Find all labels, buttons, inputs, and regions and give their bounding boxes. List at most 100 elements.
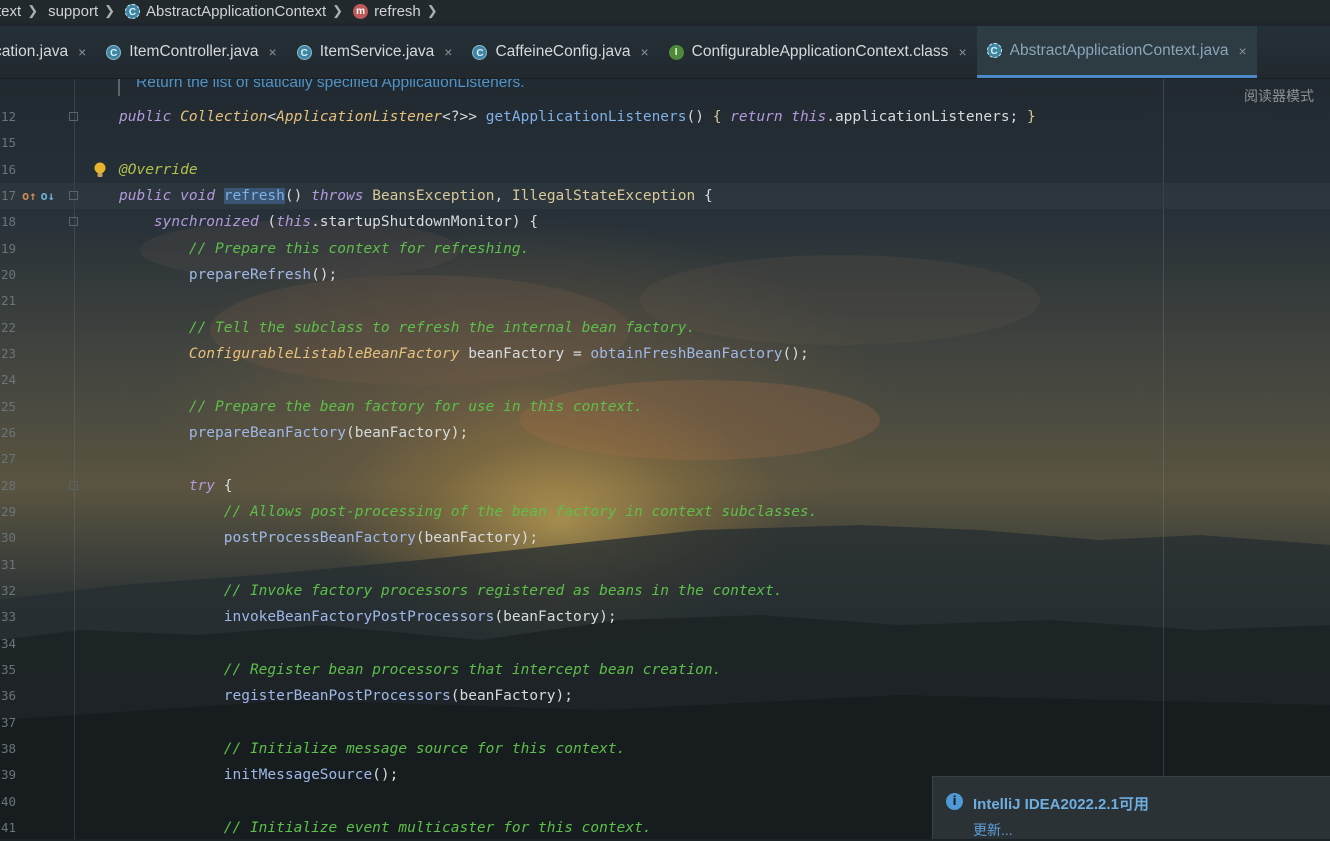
code-line[interactable]: 27 <box>0 446 1330 472</box>
code-line[interactable]: 20 prepareRefresh(); <box>0 262 1330 288</box>
fold-marker-icon[interactable] <box>69 480 78 490</box>
code-text: invokeBeanFactoryPostProcessors(beanFact… <box>223 609 617 626</box>
code-text: public Collection<ApplicationListener<?>… <box>119 109 1036 125</box>
update-link[interactable]: 更新... <box>973 820 1013 840</box>
line-number: 35 <box>0 661 16 677</box>
code-text: // Allows post-processing of the bean fa… <box>223 503 818 520</box>
close-icon[interactable]: × <box>78 44 86 60</box>
abstract-class-icon: C <box>986 43 1002 58</box>
overrides-method-icon[interactable]: o↑ <box>22 183 36 209</box>
line-number: 38 <box>0 740 16 756</box>
line-number: 17 <box>0 187 16 203</box>
code-text: // Register bean processors that interce… <box>223 661 722 678</box>
code-editor[interactable]: Return the list of statically specified … <box>0 72 1330 839</box>
code-line[interactable]: 33 invokeBeanFactoryPostProcessors(beanF… <box>0 604 1330 630</box>
code-text: ConfigurableListableBeanFactory beanFact… <box>188 345 809 362</box>
code-line[interactable]: 35 // Register bean processors that inte… <box>0 657 1330 683</box>
class-icon: C <box>296 44 312 60</box>
close-icon[interactable]: × <box>640 44 648 60</box>
code-line[interactable]: 32 // Invoke factory processors register… <box>0 578 1330 604</box>
fold-marker-icon[interactable] <box>69 190 78 200</box>
code-line[interactable]: 23 ConfigurableListableBeanFactory beanF… <box>0 341 1330 367</box>
line-number: 22 <box>0 319 16 335</box>
code-line[interactable]: 26 prepareBeanFactory(beanFactory); <box>0 420 1330 446</box>
code-line[interactable]: 28 try { <box>0 473 1330 499</box>
tab-item-service[interactable]: C ItemService.java × <box>287 26 463 78</box>
tab-caffeine-config[interactable]: C CaffeineConfig.java × <box>462 26 658 78</box>
code-line[interactable]: 30 postProcessBeanFactory(beanFactory); <box>0 525 1330 551</box>
editor-tab-bar: cation.java × C ItemController.java × C … <box>0 26 1330 79</box>
tab-label: ItemController.java <box>129 43 259 60</box>
line-number: 37 <box>0 714 16 730</box>
class-icon: C <box>472 44 488 60</box>
code-line[interactable]: 38 // Initialize message source for this… <box>0 736 1330 762</box>
info-icon: i <box>946 793 963 810</box>
code-text: registerBeanPostProcessors(beanFactory); <box>223 688 573 705</box>
code-text: // Prepare the bean factory for use in t… <box>188 398 643 415</box>
code-text: initMessageSource(); <box>223 767 399 784</box>
lightbulb-icon[interactable] <box>94 162 106 178</box>
breadcrumb-item-support[interactable]: support ❯ <box>48 3 125 20</box>
code-line[interactable]: 25 // Prepare the bean factory for use i… <box>0 394 1330 420</box>
chevron-right-icon: ❯ <box>27 3 39 18</box>
close-icon[interactable]: × <box>1238 43 1246 59</box>
tab-label: ConfigurableApplicationContext.class <box>691 43 949 60</box>
line-number: 41 <box>0 819 16 835</box>
breadcrumb-label: AbstractApplicationContext <box>146 2 327 20</box>
line-number: 27 <box>0 451 16 467</box>
breadcrumb-item-class[interactable]: C AbstractApplicationContext ❯ <box>125 3 353 20</box>
code-line[interactable]: 18 synchronized (this.startupShutdownMon… <box>0 209 1330 235</box>
breadcrumb-item-method[interactable]: m refresh ❯ <box>353 3 448 20</box>
code-line[interactable]: 29 // Allows post-processing of the bean… <box>0 499 1330 525</box>
abstract-class-icon: C <box>125 3 141 19</box>
line-number: 12 <box>0 109 16 124</box>
fold-marker-icon[interactable] <box>69 217 78 227</box>
code-line[interactable]: 24 <box>0 367 1330 393</box>
code-line[interactable]: 16 @Override <box>0 157 1330 183</box>
breadcrumb-label: refresh <box>374 2 421 20</box>
code-line[interactable]: 12 public Collection<ApplicationListener<… <box>0 104 1330 130</box>
tab-label: cation.java <box>0 43 69 60</box>
tab-application-java[interactable]: cation.java × <box>0 26 96 78</box>
close-icon[interactable]: × <box>444 44 452 60</box>
code-text: try { <box>188 477 233 494</box>
line-number: 21 <box>0 293 16 309</box>
close-icon[interactable]: × <box>269 44 277 60</box>
code-text: // Initialize message source for this co… <box>223 740 626 757</box>
code-line[interactable]: 17 o↑ o↓ public void refresh() throws Beans… <box>0 183 1330 209</box>
reader-mode-button[interactable]: 阅读器模式 <box>1244 86 1314 106</box>
override-markers: o↑ o↓ <box>22 183 55 209</box>
line-number: 34 <box>0 635 16 651</box>
close-icon[interactable]: × <box>958 44 966 60</box>
overridden-by-icon[interactable]: o↓ <box>40 183 54 209</box>
chevron-right-icon: ❯ <box>104 3 116 18</box>
breadcrumb-label: text <box>0 2 22 20</box>
code-line[interactable]: 21 <box>0 288 1330 314</box>
breadcrumb: text ❯ support ❯ C AbstractApplicationCo… <box>0 0 1330 22</box>
code-text: // Tell the subclass to refresh the inte… <box>188 319 696 336</box>
code-line[interactable]: 22 // Tell the subclass to refresh the i… <box>0 315 1330 341</box>
line-number: 18 <box>0 214 16 230</box>
code-line[interactable]: 19 // Prepare this context for refreshin… <box>0 236 1330 262</box>
breadcrumb-item-text[interactable]: text ❯ <box>0 3 48 20</box>
tab-label: AbstractApplicationContext.java <box>1009 41 1229 59</box>
line-number: 39 <box>0 767 16 783</box>
code-line[interactable]: 34 <box>0 631 1330 657</box>
code-line[interactable]: 15 <box>0 130 1330 156</box>
tab-abstract-application-context[interactable]: C AbstractApplicationContext.java × <box>976 26 1257 78</box>
tab-configurable-application-context[interactable]: I ConfigurableApplicationContext.class × <box>659 26 977 78</box>
chevron-right-icon: ❯ <box>426 3 438 18</box>
line-number: 28 <box>0 477 16 493</box>
code-line[interactable]: 37 <box>0 710 1330 736</box>
notification-title: IntelliJ IDEA2022.2.1可用 <box>973 796 1149 813</box>
line-number: 26 <box>0 424 16 440</box>
line-number: 29 <box>0 503 16 519</box>
update-notification: i IntelliJ IDEA2022.2.1可用 更新... <box>932 776 1330 839</box>
code-text: // Prepare this context for refreshing. <box>188 240 530 257</box>
class-icon: C <box>106 44 122 60</box>
code-line[interactable]: 31 <box>0 552 1330 578</box>
code-line[interactable]: 36 registerBeanPostProcessors(beanFactor… <box>0 683 1330 709</box>
tab-item-controller[interactable]: C ItemController.java × <box>96 26 286 78</box>
fold-marker-icon[interactable] <box>69 112 78 121</box>
line-number: 32 <box>0 582 16 598</box>
